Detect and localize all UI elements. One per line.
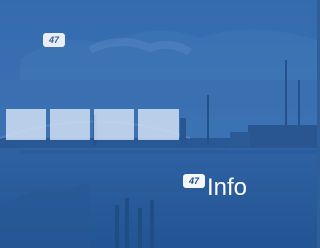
menu-card[interactable] <box>138 109 179 140</box>
info-logo-icon: 47 <box>183 174 205 188</box>
channel-logo-icon: 47 <box>43 33 65 47</box>
menu-card-row <box>6 109 179 140</box>
info-logo-text: 47 <box>188 175 199 186</box>
menu-card[interactable] <box>6 109 46 140</box>
menu-screen: 47 47 Info <box>0 0 317 248</box>
info-menu-item[interactable]: 47 Info <box>183 172 247 200</box>
info-label: Info <box>207 174 248 201</box>
menu-card[interactable] <box>50 109 90 140</box>
channel-logo-text: 47 <box>48 34 59 45</box>
menu-card[interactable] <box>94 109 134 140</box>
